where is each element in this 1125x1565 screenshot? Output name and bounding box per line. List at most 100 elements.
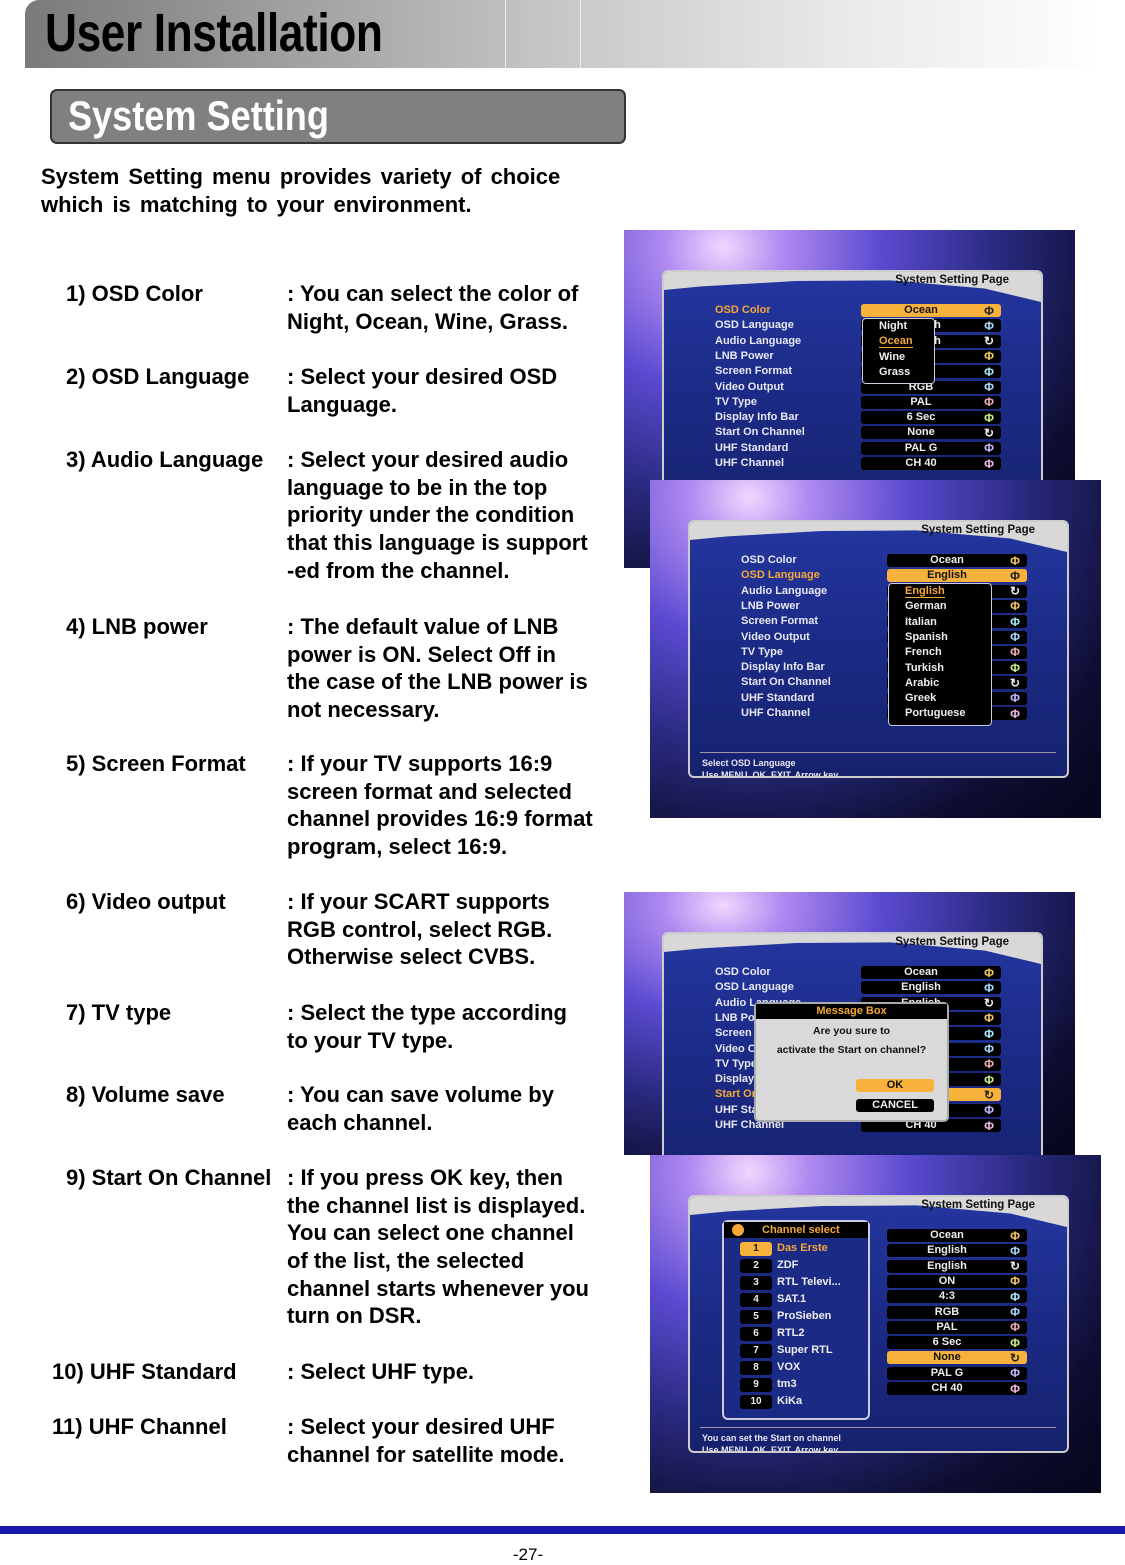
osd-row-label: TV Type [715, 395, 757, 408]
osd-option-item: Greek [905, 692, 937, 705]
option-cycle-icon: Φ [984, 1057, 994, 1072]
channel-name[interactable]: VOX [777, 1361, 800, 1373]
description-line: Otherwise select CVBS. [287, 944, 536, 970]
option-cycle-icon: Φ [984, 303, 994, 318]
option-cycle-icon: Φ [1010, 553, 1020, 568]
description-line: : Select your desired OSD [287, 364, 558, 389]
osd-row-label: LNB Power [715, 349, 774, 362]
channel-number: 9 [740, 1378, 772, 1392]
option-cycle-icon: ↻ [983, 334, 995, 349]
description-line: : Select the type according [287, 1000, 567, 1025]
osd-row-label: Start On Channel [741, 676, 831, 689]
page-number: -27- [512, 1545, 544, 1564]
osd-row-label: OSD Language [715, 319, 794, 332]
channel-number: 5 [740, 1310, 772, 1324]
setting-item-label: 8) Volume save [66, 1082, 225, 1107]
osd-page-title: System Setting Page [921, 524, 1035, 536]
channel-name[interactable]: RTL2 [777, 1327, 805, 1339]
setting-item-description: : Select the type according to your TV ty… [287, 999, 567, 1054]
osd-row-value: Ocean [861, 304, 1001, 317]
osd-option-item: German [905, 600, 947, 613]
channel-name[interactable]: RTL Televi... [777, 1276, 841, 1288]
setting-item-label: 9) Start On Channel [66, 1165, 272, 1190]
osd-row-value: Ocean [861, 966, 1001, 979]
option-cycle-icon: ↻ [1009, 1350, 1021, 1365]
description-line: channel provides 16:9 format [287, 806, 593, 832]
option-cycle-icon: Φ [1010, 614, 1020, 629]
channel-name[interactable]: KiKa [777, 1395, 802, 1407]
osd-row-value: English [887, 569, 1027, 583]
osd-row-value: PAL [887, 1320, 1027, 1334]
osd-option-item: Wine [879, 350, 906, 363]
channel-number: 8 [740, 1361, 772, 1375]
setting-item-label: 3) Audio Language [66, 447, 264, 472]
option-cycle-icon: Φ [984, 980, 994, 995]
setting-item-label: 4) LNB power [66, 614, 208, 639]
intro-line: System Setting menu provides variety of … [41, 164, 561, 189]
option-cycle-icon: Φ [984, 1026, 994, 1041]
channel-name[interactable]: tm3 [777, 1378, 797, 1390]
osd-footer-divider [700, 752, 1056, 753]
option-cycle-icon: Φ [1010, 1320, 1020, 1335]
description-line: : Select your desired UHF [287, 1414, 555, 1439]
osd-row-value: English [887, 1259, 1027, 1273]
channel-select-box: Channel select 1 Das Erste 2 ZDF 3 RTL Televi.… [722, 1220, 870, 1420]
setting-item-description: : Select your desired UHF channel for sat… [287, 1413, 565, 1468]
description-line: the channel list is displayed. [287, 1192, 586, 1218]
option-cycle-icon: Φ [1010, 630, 1020, 644]
option-cycle-icon: Φ [984, 318, 994, 333]
osd-option-item: French [905, 646, 942, 659]
osd-option-item: Ocean [879, 335, 913, 349]
channel-name[interactable]: ProSieben [777, 1310, 831, 1322]
channel-select-header: Channel select [724, 1222, 868, 1238]
description-line: You can select one channel [287, 1220, 574, 1246]
option-cycle-icon: Φ [1010, 1335, 1020, 1350]
option-cycle-icon: Φ [984, 349, 994, 364]
option-cycle-icon: Φ [1010, 660, 1020, 675]
description-line: language to be in the top [287, 474, 548, 500]
osd-option-item: Night [879, 320, 908, 332]
description-line: : You can save volume by [287, 1082, 554, 1107]
osd-row-label: TV Type [715, 1057, 757, 1070]
setting-item-label: 2) OSD Language [66, 364, 250, 389]
ok-button[interactable]: OK [856, 1079, 934, 1092]
description-line: Night, Ocean, Wine, Grass. [287, 308, 568, 334]
description-line: channel starts whenever you [287, 1275, 589, 1301]
osd-row-value: 4:3 [887, 1290, 1027, 1304]
screenshot-start-on-channel-message: System Setting Page OSD Color Ocean Φ OSD La… [624, 892, 1075, 1155]
option-cycle-icon: Φ [1010, 706, 1020, 721]
channel-name[interactable]: Super RTL [777, 1344, 833, 1356]
option-cycle-icon: Φ [984, 380, 994, 394]
channel-name[interactable]: Das Erste [777, 1242, 828, 1254]
osd-row-value: Ocean [887, 1229, 1027, 1242]
option-cycle-icon: Φ [984, 364, 994, 379]
osd-option-item: Turkish [905, 661, 944, 674]
osd-row-label: OSD Language [715, 981, 794, 994]
cancel-button[interactable]: CANCEL [856, 1099, 934, 1112]
message-text: activate the Start on channel? [776, 1044, 927, 1056]
description-line: priority under the condition [287, 502, 575, 528]
option-cycle-icon: ↻ [1009, 675, 1021, 690]
chapter-title: User Installation [45, 3, 383, 63]
osd-row-label: UHF Standard [715, 441, 789, 454]
osd-row-value: PAL [861, 395, 1001, 409]
osd-option-list: English German Italian Spanish French Turkish… [888, 583, 992, 726]
option-cycle-icon: ↻ [983, 996, 995, 1011]
osd-row-label: UHF Standard [741, 691, 815, 704]
channel-number: 1 [740, 1242, 772, 1256]
osd-row-value: English [861, 981, 1001, 995]
setting-item-label: 7) TV type [66, 1000, 172, 1025]
channel-number: 10 [740, 1395, 772, 1409]
osd-row-label: UHF Channel [715, 457, 785, 469]
osd-row-value: CH 40 [887, 1382, 1027, 1395]
description-line: channel for satellite mode. [287, 1441, 565, 1467]
description-line: turn on DSR. [287, 1303, 422, 1329]
description-line: : If your TV supports 16:9 [287, 751, 553, 776]
option-cycle-icon: Φ [984, 395, 994, 410]
option-cycle-icon: Φ [984, 1011, 994, 1026]
osd-row-value: Ocean [887, 554, 1027, 567]
bottom-rule [0, 1526, 1125, 1534]
osd-row-label: Display Info Bar [741, 661, 825, 674]
channel-name[interactable]: SAT.1 [777, 1293, 806, 1305]
channel-name[interactable]: ZDF [777, 1259, 798, 1271]
